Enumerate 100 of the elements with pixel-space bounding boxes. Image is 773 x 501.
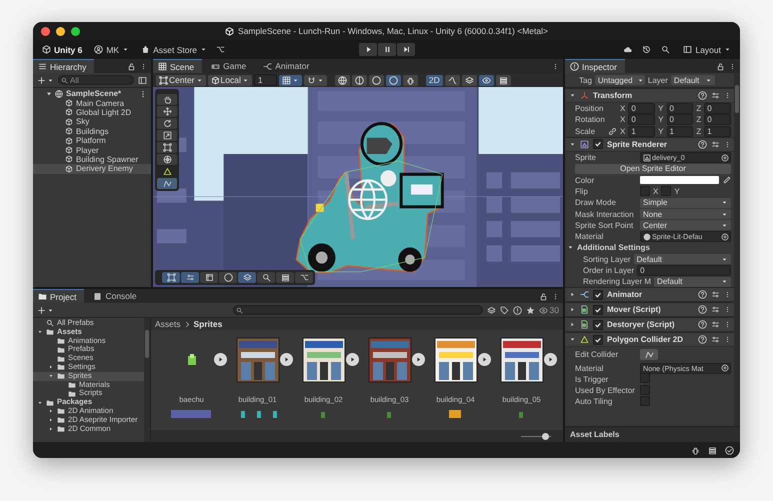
input-field[interactable]: 0 xyxy=(704,103,732,114)
search-button[interactable] xyxy=(257,272,275,283)
component-header[interactable]: Destoryer (Script) xyxy=(565,317,734,332)
sliders-icon[interactable] xyxy=(711,305,720,314)
expand-arrow-icon[interactable] xyxy=(569,140,576,148)
scrollbar[interactable] xyxy=(144,318,150,442)
expand-arrow-icon[interactable] xyxy=(37,329,43,336)
layers-button[interactable] xyxy=(462,74,477,86)
menu-icon[interactable] xyxy=(724,91,731,100)
menu-icon[interactable] xyxy=(140,62,147,70)
component-header[interactable]: Transform xyxy=(565,88,734,103)
link-icon[interactable] xyxy=(608,126,617,136)
checkbox[interactable] xyxy=(640,373,650,384)
star-icon[interactable] xyxy=(526,306,535,314)
moon-button[interactable] xyxy=(219,272,237,283)
eyedropper-icon[interactable] xyxy=(722,176,731,185)
sprite-thumbnail[interactable] xyxy=(366,337,412,383)
search-field[interactable] xyxy=(232,305,483,315)
increment-snap-button[interactable] xyxy=(304,74,327,86)
grid-snap-button[interactable] xyxy=(278,74,302,86)
component-header[interactable]: Sprite Renderer xyxy=(565,136,734,152)
hidden-packages-button[interactable]: 30 xyxy=(538,305,559,315)
menu-icon[interactable] xyxy=(724,290,731,300)
dropdown[interactable]: Center xyxy=(640,220,731,230)
view-tab[interactable]: Animator xyxy=(258,59,318,73)
component-header[interactable]: Animator xyxy=(565,287,734,302)
menu-icon[interactable] xyxy=(552,292,559,300)
hierarchy-item[interactable]: Derivery Enemy xyxy=(33,164,151,174)
hierarchy-item[interactable]: Sky xyxy=(33,117,151,127)
inspector-tab[interactable]: Inspector xyxy=(565,59,625,73)
help-icon[interactable] xyxy=(698,335,707,344)
space-dropdown[interactable]: Local xyxy=(208,74,252,86)
edit-shape-tool[interactable] xyxy=(157,178,177,189)
play-button[interactable] xyxy=(359,43,377,56)
component-header[interactable]: Mover (Script) xyxy=(565,302,734,318)
input-field[interactable]: 0 xyxy=(704,114,732,126)
tag-dropdown[interactable]: Untagged xyxy=(594,75,645,85)
expand-arrow-icon[interactable] xyxy=(569,92,576,99)
zoom-button[interactable] xyxy=(71,26,80,36)
hand-tool[interactable] xyxy=(157,94,177,105)
alert-icon[interactable] xyxy=(512,306,522,314)
layers-icon[interactable] xyxy=(486,306,496,314)
input-field[interactable]: 0 xyxy=(628,114,656,126)
filter-icon[interactable] xyxy=(138,76,147,84)
hierarchy-item[interactable]: Buildings xyxy=(33,126,151,136)
lock-icon[interactable] xyxy=(127,62,136,70)
eye-button[interactable] xyxy=(478,74,494,86)
checkbox[interactable] xyxy=(640,396,650,406)
sliders-icon[interactable] xyxy=(711,91,720,100)
sphere-button[interactable] xyxy=(368,74,384,86)
dropdown[interactable]: Simple xyxy=(640,198,731,208)
bug-icon[interactable] xyxy=(691,446,700,454)
search-icon[interactable] xyxy=(661,45,670,54)
rotate-tool[interactable] xyxy=(157,118,177,129)
pause-button[interactable] xyxy=(378,43,396,56)
section-header[interactable]: Additional Settings xyxy=(567,243,650,252)
stack-button[interactable] xyxy=(276,272,294,283)
object-picker-icon[interactable] xyxy=(721,364,729,372)
hierarchy-item[interactable]: Global Light 2D xyxy=(33,108,151,118)
menu-icon[interactable] xyxy=(724,140,731,149)
lock-icon[interactable] xyxy=(716,62,725,70)
snap-button[interactable] xyxy=(200,272,218,283)
branch-icon[interactable] xyxy=(216,45,226,54)
pivot-dropdown[interactable]: Center xyxy=(156,74,206,86)
stack-button[interactable] xyxy=(496,74,511,86)
hierarchy-item[interactable]: SampleScene* xyxy=(33,89,151,98)
help-icon[interactable] xyxy=(698,91,707,100)
enabled-checkbox[interactable] xyxy=(593,320,603,330)
object-picker-icon[interactable] xyxy=(721,232,729,241)
input-field[interactable]: 0 xyxy=(666,103,694,114)
checkbox[interactable] xyxy=(661,186,672,196)
user-dropdown[interactable]: MK xyxy=(91,43,132,56)
close-button[interactable] xyxy=(41,26,50,36)
view-tab[interactable]: Game xyxy=(206,59,254,73)
panel-tab[interactable]: Project xyxy=(33,289,84,303)
sprite-thumbnail[interactable] xyxy=(234,337,280,383)
checkbox[interactable] xyxy=(640,186,650,196)
play-button[interactable] xyxy=(412,353,424,366)
enabled-checkbox[interactable] xyxy=(593,334,603,345)
play-button[interactable] xyxy=(214,353,226,366)
dropdown[interactable]: None xyxy=(640,209,731,220)
tag-icon[interactable] xyxy=(500,306,509,314)
input-field[interactable]: 0 xyxy=(628,103,656,114)
mode-2d-toggle[interactable]: 2D xyxy=(426,74,443,86)
presets-button[interactable] xyxy=(181,272,199,283)
history-icon[interactable] xyxy=(642,45,652,54)
help-icon[interactable] xyxy=(698,320,707,330)
add-button[interactable] xyxy=(37,76,54,84)
input-field[interactable]: 0 xyxy=(666,114,694,126)
enabled-checkbox[interactable] xyxy=(593,139,603,150)
help-icon[interactable] xyxy=(698,305,707,314)
breadcrumb-link[interactable]: Assets xyxy=(155,319,181,329)
scale-tool[interactable] xyxy=(157,130,177,141)
bug-button[interactable] xyxy=(402,74,418,86)
dropdown[interactable]: Default xyxy=(654,276,731,287)
add-button[interactable] xyxy=(37,306,54,314)
enabled-checkbox[interactable] xyxy=(593,290,603,300)
scrollbar[interactable] xyxy=(734,73,740,426)
stack-icon[interactable] xyxy=(708,446,717,454)
breadcrumb-link[interactable]: Sprites xyxy=(194,319,222,329)
